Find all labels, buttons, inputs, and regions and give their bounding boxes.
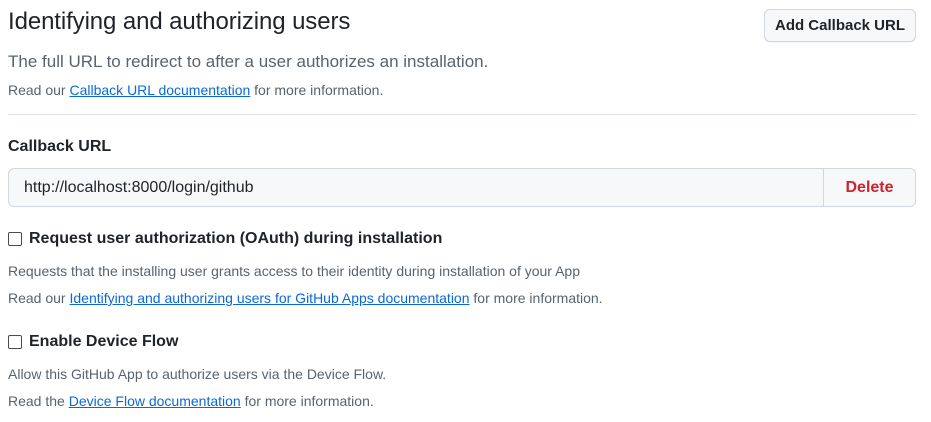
- device-flow-doc-prefix: Read the: [8, 393, 69, 409]
- callback-doc-prefix: Read our: [8, 82, 70, 98]
- oauth-checkbox-row[interactable]: Request user authorization (OAuth) durin…: [8, 230, 442, 248]
- device-flow-description: Allow this GitHub App to authorize users…: [8, 366, 387, 382]
- section-title: Identifying and authorizing users: [8, 8, 351, 35]
- oauth-doc-note: Read our Identifying and authorizing use…: [8, 290, 603, 306]
- oauth-description: Requests that the installing user grants…: [8, 263, 580, 279]
- callback-doc-note: Read our Callback URL documentation for …: [8, 82, 383, 98]
- device-flow-doc-suffix: for more information.: [240, 393, 374, 409]
- callback-url-group: Delete: [8, 168, 916, 207]
- callback-url-doc-link[interactable]: Callback URL documentation: [69, 82, 250, 98]
- device-flow-checkbox[interactable]: [8, 335, 22, 349]
- device-flow-checkbox-label[interactable]: Enable Device Flow: [29, 333, 178, 351]
- device-flow-checkbox-row[interactable]: Enable Device Flow: [8, 333, 178, 351]
- oauth-doc-prefix: Read our: [8, 290, 70, 306]
- section-divider: [8, 114, 916, 115]
- oauth-checkbox[interactable]: [8, 232, 22, 246]
- callback-url-label: Callback URL: [8, 138, 112, 155]
- callback-url-input[interactable]: [9, 169, 823, 206]
- oauth-checkbox-label[interactable]: Request user authorization (OAuth) durin…: [29, 230, 442, 248]
- callback-doc-suffix: for more information.: [250, 82, 384, 98]
- device-flow-doc-link[interactable]: Device Flow documentation: [69, 393, 241, 409]
- device-flow-doc-note: Read the Device Flow documentation for m…: [8, 393, 374, 409]
- add-callback-url-button[interactable]: Add Callback URL: [764, 9, 916, 42]
- delete-callback-button[interactable]: Delete: [823, 169, 915, 206]
- section-subtitle: The full URL to redirect to after a user…: [8, 52, 489, 71]
- oauth-doc-link[interactable]: Identifying and authorizing users for Gi…: [69, 290, 469, 306]
- oauth-doc-suffix: for more information.: [469, 290, 603, 306]
